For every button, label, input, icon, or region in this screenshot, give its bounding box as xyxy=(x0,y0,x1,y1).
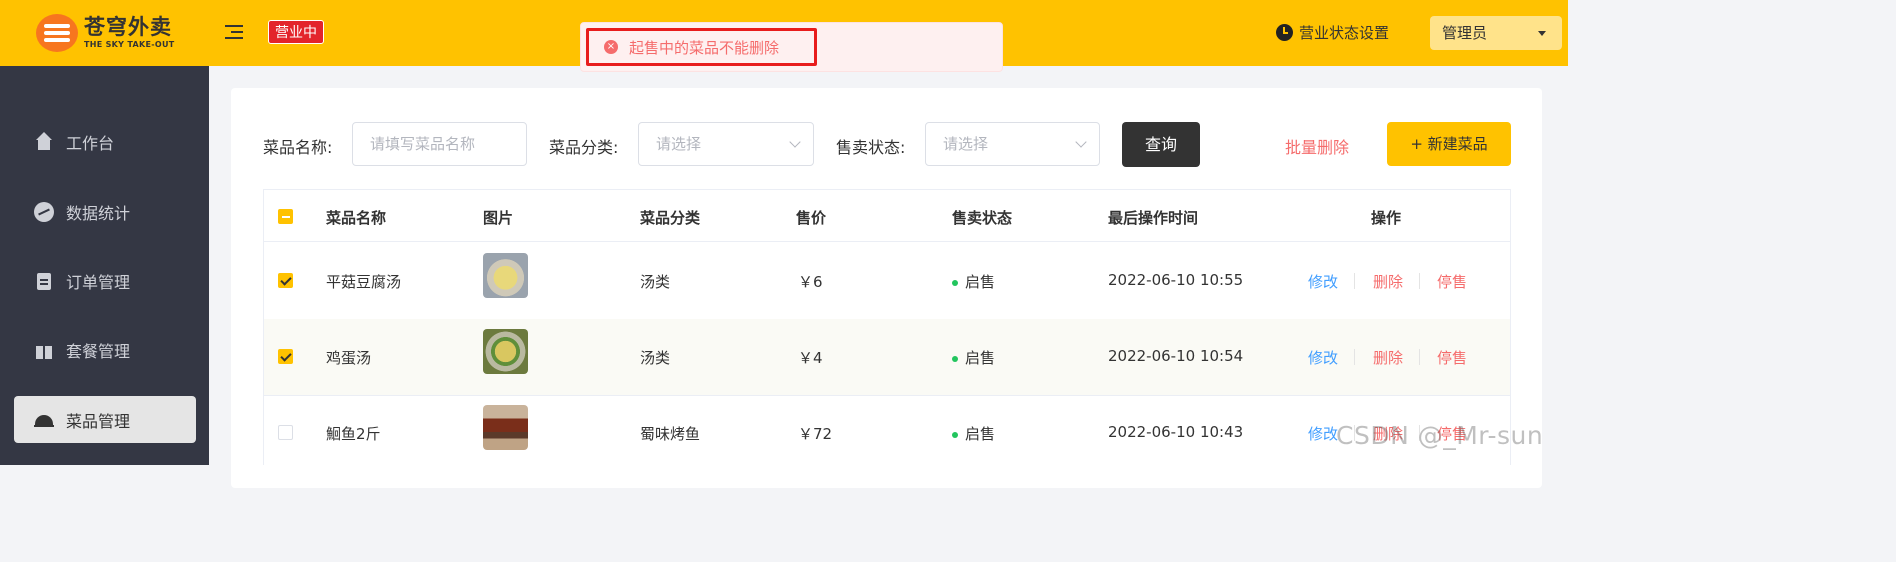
table-row: 鮰鱼2斤 蜀味烤鱼 ￥72 启售 2022-06-10 10:43 修改 删除 … xyxy=(264,395,1510,465)
logo-icon xyxy=(36,14,78,52)
sidebar-item-label: 菜品管理 xyxy=(66,411,131,431)
sale-status-placeholder: 请选择 xyxy=(943,135,989,153)
divider xyxy=(1354,349,1355,365)
divider xyxy=(1419,273,1420,289)
sidebar-item-label: 工作台 xyxy=(66,133,115,153)
table-header: 菜品名称 图片 菜品分类 售价 售卖状态 最后操作时间 操作 xyxy=(264,190,1510,242)
home-icon xyxy=(34,131,54,152)
column-header: 菜品名称 xyxy=(326,209,387,227)
dish-name-label: 菜品名称: xyxy=(263,138,333,157)
last-modified-time: 2022-06-10 10:43 xyxy=(1108,423,1244,441)
column-header: 售价 xyxy=(796,209,827,227)
delete-button[interactable]: 删除 xyxy=(1373,347,1403,368)
dish-name-input[interactable] xyxy=(352,122,527,166)
sidebar-item-statistics[interactable]: 数据统计 xyxy=(14,188,196,235)
dish-name: 鸡蛋汤 xyxy=(326,349,372,367)
column-header: 菜品分类 xyxy=(640,209,701,227)
category-select[interactable]: 请选择 xyxy=(638,122,814,166)
toast-message: 起售中的菜品不能删除 xyxy=(629,39,780,57)
menu-toggle-icon[interactable] xyxy=(225,25,243,40)
divider xyxy=(1354,273,1355,289)
column-header: 操作 xyxy=(1371,209,1402,227)
dish-price: ￥4 xyxy=(798,349,823,367)
chart-icon xyxy=(34,201,54,222)
table-row: 鸡蛋汤 汤类 ￥4 启售 2022-06-10 10:54 修改 删除 停售 xyxy=(264,319,1510,396)
business-status-settings-button[interactable]: 营业状态设置 xyxy=(1276,22,1389,43)
logo-subtitle: THE SKY TAKE-OUT xyxy=(84,40,175,49)
last-modified-time: 2022-06-10 10:54 xyxy=(1108,347,1244,365)
query-button[interactable]: 查询 xyxy=(1122,122,1200,167)
row-checkbox[interactable] xyxy=(278,349,293,364)
dish-price: ￥72 xyxy=(798,425,833,443)
dish-image xyxy=(483,253,528,298)
sidebar-item-dishes[interactable]: 菜品管理 xyxy=(14,396,196,443)
dish-category: 汤类 xyxy=(640,273,671,291)
admin-dropdown[interactable]: 管理员 xyxy=(1430,16,1562,50)
sidebar-item-label: 订单管理 xyxy=(66,272,131,292)
sidebar-item-orders[interactable]: 订单管理 xyxy=(14,257,196,304)
status-dot-icon xyxy=(952,431,958,438)
delete-button[interactable]: 删除 xyxy=(1373,271,1403,292)
gift-icon xyxy=(34,340,54,360)
edit-button[interactable]: 修改 xyxy=(1308,347,1338,368)
category-placeholder: 请选择 xyxy=(656,135,702,153)
dish-image xyxy=(483,405,528,450)
edit-button[interactable]: 修改 xyxy=(1308,423,1338,444)
edit-button[interactable]: 修改 xyxy=(1308,271,1338,292)
admin-label: 管理员 xyxy=(1442,24,1488,42)
sidebar: 工作台 数据统计 订单管理 套餐管理 菜品管理 xyxy=(0,66,209,465)
row-checkbox[interactable] xyxy=(278,273,293,288)
caret-down-icon xyxy=(1538,31,1546,36)
sidebar-item-label: 套餐管理 xyxy=(66,341,131,361)
sale-status: 启售 xyxy=(952,347,995,368)
column-header: 最后操作时间 xyxy=(1108,209,1199,227)
dish-image xyxy=(483,329,528,374)
row-checkbox[interactable] xyxy=(278,425,293,440)
clock-icon xyxy=(1276,24,1293,41)
sale-status: 启售 xyxy=(952,423,995,444)
column-header: 图片 xyxy=(483,209,514,227)
stop-sale-button[interactable]: 停售 xyxy=(1437,271,1467,292)
dish-name: 鮰鱼2斤 xyxy=(326,425,381,443)
stop-sale-button[interactable]: 停售 xyxy=(1437,347,1467,368)
dish-price: ￥6 xyxy=(798,273,823,291)
cloche-icon xyxy=(34,410,54,430)
last-modified-time: 2022-06-10 10:55 xyxy=(1108,271,1244,289)
column-header: 售卖状态 xyxy=(952,209,1013,227)
clipboard-icon xyxy=(34,271,54,291)
batch-delete-button[interactable]: 批量删除 xyxy=(1285,134,1349,158)
sale-status-label: 售卖状态: xyxy=(836,138,906,157)
category-label: 菜品分类: xyxy=(549,138,619,157)
logo: 苍穹外卖 THE SKY TAKE-OUT xyxy=(36,14,175,52)
sidebar-item-label: 数据统计 xyxy=(66,203,131,223)
dish-category: 蜀味烤鱼 xyxy=(640,425,701,443)
divider xyxy=(1419,349,1420,365)
sale-status-select[interactable]: 请选择 xyxy=(925,122,1100,166)
chevron-down-icon xyxy=(1075,136,1087,148)
settings-label: 营业状态设置 xyxy=(1299,24,1390,42)
logo-title: 苍穹外卖 xyxy=(84,15,172,39)
sidebar-item-workbench[interactable]: 工作台 xyxy=(14,118,196,165)
watermark: CSDN @_Mr-sun xyxy=(1336,421,1544,450)
sidebar-item-setmeals[interactable]: 套餐管理 xyxy=(14,326,196,373)
dish-category: 汤类 xyxy=(640,349,671,367)
sale-status: 启售 xyxy=(952,271,995,292)
status-dot-icon xyxy=(952,355,958,362)
select-all-checkbox[interactable] xyxy=(278,209,293,224)
business-status-badge: 营业中 xyxy=(268,20,324,44)
error-icon: × xyxy=(604,40,618,54)
new-dish-button[interactable]: + 新建菜品 xyxy=(1387,122,1511,166)
dish-name: 平菇豆腐汤 xyxy=(326,273,402,291)
chevron-down-icon xyxy=(789,136,801,148)
dish-table: 菜品名称 图片 菜品分类 售价 售卖状态 最后操作时间 操作 平菇豆腐汤 汤类 … xyxy=(263,189,1511,465)
status-dot-icon xyxy=(952,279,958,286)
table-row: 平菇豆腐汤 汤类 ￥6 启售 2022-06-10 10:55 修改 删除 停售 xyxy=(264,243,1510,320)
